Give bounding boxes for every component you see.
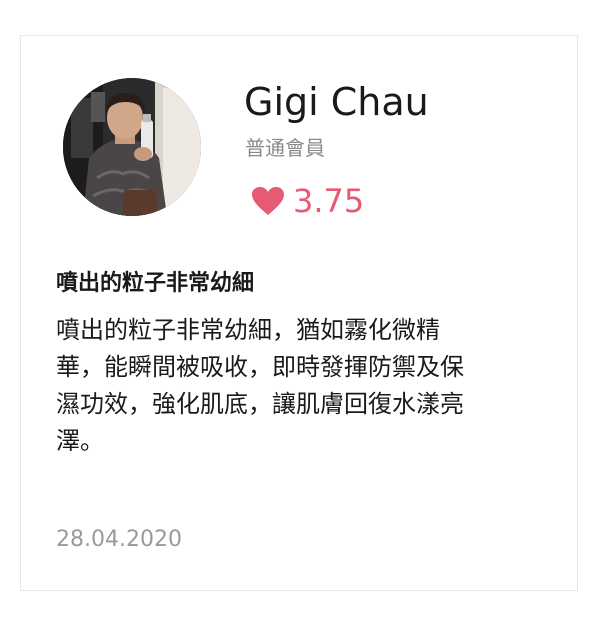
- heart-icon: [251, 186, 285, 216]
- rating: 3.75: [251, 181, 364, 221]
- review-body-line: 澤。: [56, 427, 104, 455]
- review-card: Gigi Chau 普通會員 3.75 噴出的粒子非常幼細 噴出的粒子非常幼細，…: [20, 35, 578, 591]
- avatar-photo: [63, 78, 201, 216]
- review-body-line: 噴出的粒子非常幼細，猶如霧化微精: [56, 316, 440, 344]
- review-title: 噴出的粒子非常幼細: [56, 271, 255, 296]
- membership-level: 普通會員: [245, 136, 325, 160]
- review-body-line: 濕功效，強化肌底，讓肌膚回復水漾亮: [56, 390, 464, 418]
- reviewer-name: Gigi Chau: [244, 80, 429, 124]
- review-body-line: 華，能瞬間被吸收，即時發揮防禦及保: [56, 353, 464, 381]
- review-body: 噴出的粒子非常幼細，猶如霧化微精 華，能瞬間被吸收，即時發揮防禦及保 濕功效，強…: [56, 312, 536, 460]
- review-date: 28.04.2020: [56, 527, 182, 552]
- rating-score: 3.75: [293, 182, 365, 220]
- avatar: [63, 78, 201, 216]
